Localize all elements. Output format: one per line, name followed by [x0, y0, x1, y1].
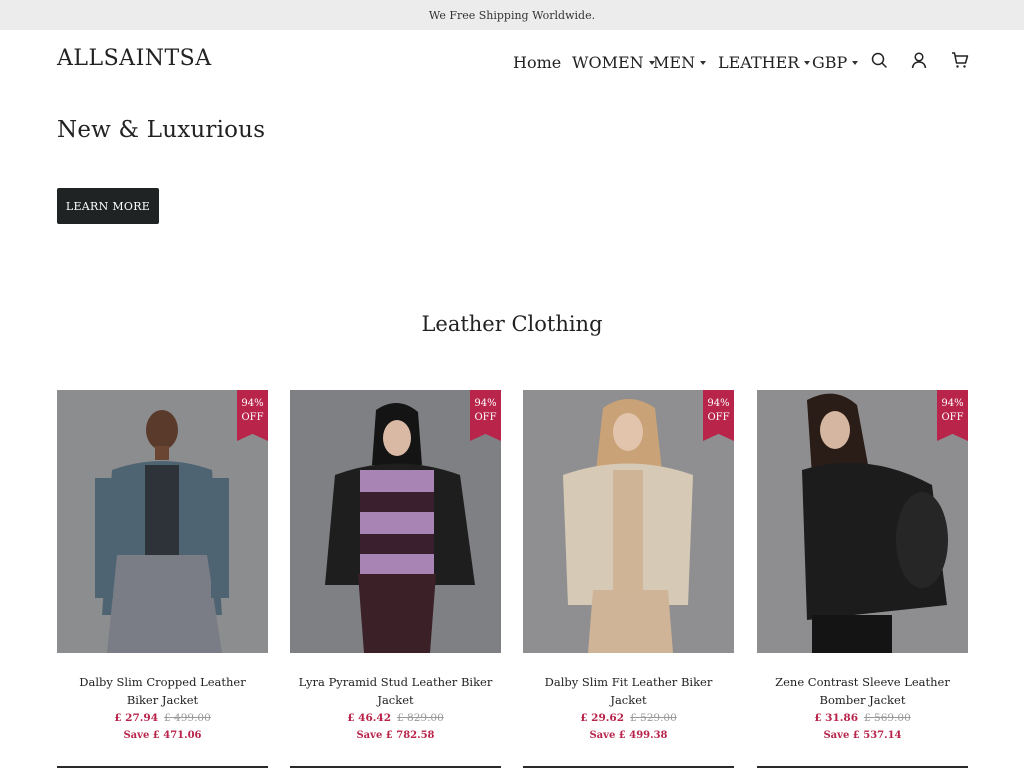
product-name[interactable]: Dalby Slim Cropped Leather Biker Jacket	[57, 673, 268, 709]
product-card[interactable]: 94% OFF Dalby Slim Fit Leather Biker Jac…	[523, 390, 734, 745]
nav-women[interactable]: WOMEN	[572, 53, 655, 72]
discount-badge: 94% OFF	[237, 390, 268, 441]
model-photo	[57, 390, 268, 653]
price-row: £ 29.62 £ 529.00	[523, 709, 734, 727]
discount-off: OFF	[241, 412, 264, 423]
account-icon[interactable]	[910, 51, 928, 69]
product-card[interactable]: 94% OFF Dalby Slim Cropped Leather Biker…	[57, 390, 268, 745]
currency-selector[interactable]: GBP	[812, 53, 859, 72]
discount-percent: 94%	[941, 398, 964, 409]
discount-off: OFF	[941, 412, 964, 423]
search-icon[interactable]	[870, 51, 888, 69]
model-photo	[290, 390, 501, 653]
announcement-bar: We Free Shipping Worldwide.	[0, 0, 1024, 30]
nav-leather-label: LEATHER	[718, 53, 800, 72]
hero-title: New & Luxurious	[57, 117, 266, 143]
sale-price: £ 27.94	[114, 712, 159, 724]
nav-leather[interactable]: LEATHER	[718, 53, 811, 72]
model-photo	[757, 390, 968, 653]
savings-text: Save £ 499.38	[589, 730, 668, 741]
sale-price: £ 29.62	[580, 712, 625, 724]
discount-badge: 94% OFF	[703, 390, 734, 441]
product-name[interactable]: Lyra Pyramid Stud Leather Biker Jacket	[290, 673, 501, 709]
discount-off: OFF	[474, 412, 497, 423]
nav-men-label: MEN	[653, 53, 696, 72]
nav-men[interactable]: MEN	[653, 53, 707, 72]
model-photo	[523, 390, 734, 653]
price-row: £ 27.94 £ 499.00	[57, 709, 268, 727]
discount-percent: 94%	[241, 398, 264, 409]
nav-home[interactable]: Home	[513, 53, 561, 72]
discount-off: OFF	[707, 412, 730, 423]
currency-label: GBP	[812, 53, 848, 72]
product-name[interactable]: Zene Contrast Sleeve Leather Bomber Jack…	[757, 673, 968, 709]
original-price: £ 529.00	[630, 712, 677, 724]
discount-percent: 94%	[707, 398, 730, 409]
product-image[interactable]: 94% OFF	[757, 390, 968, 653]
discount-percent: 94%	[474, 398, 497, 409]
chevron-down-icon	[804, 60, 811, 65]
nav-home-label: Home	[513, 53, 562, 72]
product-image[interactable]: 94% OFF	[57, 390, 268, 653]
original-price: £ 829.00	[397, 712, 444, 724]
chevron-down-icon	[700, 60, 707, 65]
sale-price: £ 31.86	[814, 712, 859, 724]
savings-text: Save £ 471.06	[123, 730, 202, 741]
product-card[interactable]: 94% OFF Zene Contrast Sleeve Leather Bom…	[757, 390, 968, 745]
product-image[interactable]: 94% OFF	[290, 390, 501, 653]
product-card[interactable]: 94% OFF Lyra Pyramid Stud Leather Biker …	[290, 390, 501, 745]
site-header: ALLSAINTSA Home WOMEN MEN LEATHER GBP	[0, 30, 1024, 92]
sale-price: £ 46.42	[347, 712, 392, 724]
cart-icon[interactable]	[951, 51, 969, 69]
product-image[interactable]: 94% OFF	[523, 390, 734, 653]
product-name[interactable]: Dalby Slim Fit Leather Biker Jacket	[523, 673, 734, 709]
chevron-down-icon	[852, 60, 859, 65]
savings-text: Save £ 537.14	[823, 730, 902, 741]
announcement-text: We Free Shipping Worldwide.	[428, 8, 596, 22]
section-title: Leather Clothing	[421, 312, 603, 336]
learn-more-button[interactable]: LEARN MORE	[57, 188, 159, 224]
original-price: £ 569.00	[864, 712, 911, 724]
price-row: £ 31.86 £ 569.00	[757, 709, 968, 727]
original-price: £ 499.00	[164, 712, 211, 724]
savings-text: Save £ 782.58	[356, 730, 435, 741]
price-row: £ 46.42 £ 829.00	[290, 709, 501, 727]
discount-badge: 94% OFF	[937, 390, 968, 441]
discount-badge: 94% OFF	[470, 390, 501, 441]
nav-women-label: WOMEN	[572, 53, 644, 72]
site-logo[interactable]: ALLSAINTSA	[57, 46, 212, 71]
